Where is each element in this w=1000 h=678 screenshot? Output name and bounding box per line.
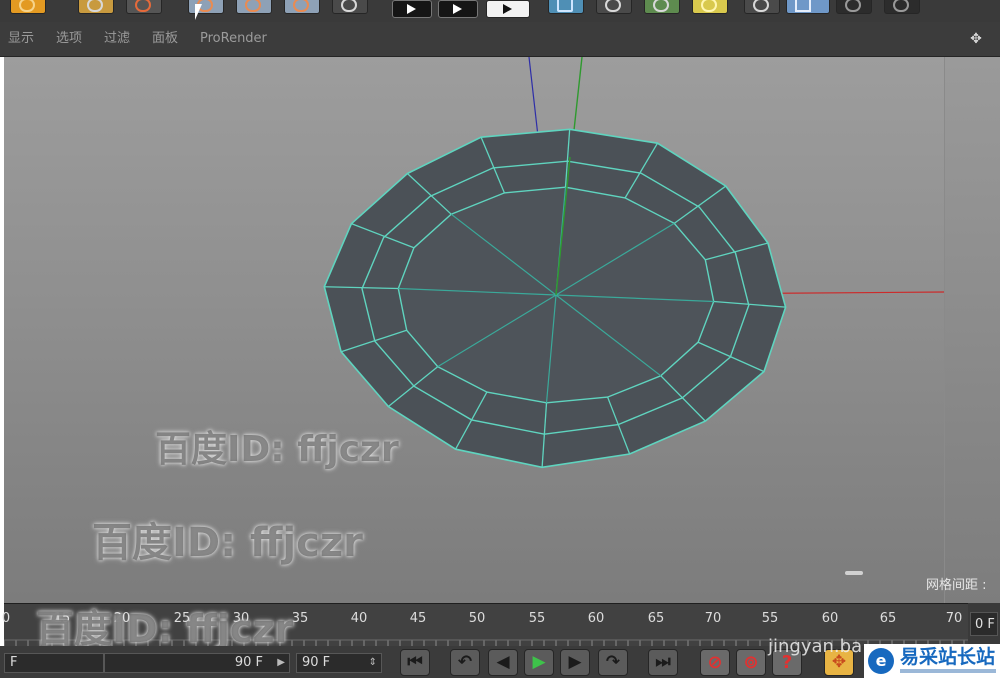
mouse-cursor-icon: [195, 4, 202, 20]
render-settings-icon: [503, 4, 512, 14]
timeline-tick-label: 60: [821, 611, 839, 626]
subdivision-icon: [653, 0, 669, 12]
array-icon: [701, 0, 717, 12]
cinema4d-window: 显示 选项 过滤 面板 ProRender ✥ 网格间距 : 百度ID: ffj…: [0, 0, 1000, 678]
toolbar-button-array[interactable]: [692, 0, 728, 14]
autokey-button[interactable]: ⊚: [736, 649, 766, 676]
toolbar-button-spline-pen[interactable]: [596, 0, 632, 14]
toolbar-button-deformer[interactable]: [744, 0, 780, 14]
timeline-tick-label: 40: [350, 611, 368, 626]
prev-key-button[interactable]: ↶: [450, 649, 480, 676]
record-keys-button[interactable]: ⊘: [700, 649, 730, 676]
watermark-text: 百度ID: ffjczr: [92, 520, 363, 566]
toolbar-button-undo[interactable]: [78, 0, 114, 14]
site-tagline-bar: [900, 669, 996, 673]
toolbar-button-coordinate-system[interactable]: [332, 0, 368, 14]
menu-filter[interactable]: 过滤: [104, 31, 130, 47]
toolbar-button-render-picture-viewer[interactable]: [438, 0, 478, 18]
timeline-tick-label: 50: [468, 611, 486, 626]
toolbar-button-live-select[interactable]: [126, 0, 162, 14]
coordinate-icon: [341, 0, 357, 12]
toolbar-button-floor[interactable]: [786, 0, 830, 14]
rotate-y-icon: [245, 0, 261, 12]
spline-pen-icon: [605, 0, 621, 12]
start-frame-field[interactable]: F: [4, 653, 104, 673]
toolbar-button-render-settings[interactable]: [486, 0, 530, 18]
toolbar-button-rotate-z[interactable]: [284, 0, 320, 14]
viewport-right-edge: [944, 57, 1000, 603]
site-logo-icon: e: [868, 648, 894, 674]
menu-prorender[interactable]: ProRender: [200, 31, 267, 47]
toolbar-button-subdivision[interactable]: [644, 0, 680, 14]
play-arrow-icon: ▶: [277, 657, 285, 668]
timeline-tick-label: 65: [879, 611, 897, 626]
play-button[interactable]: ▶: [524, 649, 554, 676]
toolbar-button-light[interactable]: [884, 0, 920, 14]
site-badge: e 易采站长站: [864, 644, 1000, 678]
toolbar-button-render-view[interactable]: [392, 0, 432, 18]
watermark-text: 百度ID: ffjczr: [155, 429, 399, 470]
toolbar-button-cube[interactable]: [548, 0, 584, 14]
site-name: 易采站长站: [900, 646, 996, 668]
render-view-icon: [407, 4, 416, 14]
watermark-text: jingyan.ba: [768, 636, 863, 657]
timeline-tick-label: 60: [587, 611, 605, 626]
move-view-icon[interactable]: ✥: [966, 31, 986, 47]
render-picture-icon: [453, 4, 462, 14]
preview-end-field[interactable]: 90 F ▶: [104, 653, 290, 673]
preview-end-value: 90 F: [234, 655, 263, 670]
menu-display[interactable]: 显示: [8, 31, 34, 47]
viewport-hud-marker: [845, 571, 863, 575]
prev-frame-button[interactable]: ◀: [488, 649, 518, 676]
end-frame-value: 90 F: [302, 655, 331, 670]
undo-icon: [87, 0, 103, 12]
current-frame-field[interactable]: 0 F: [970, 612, 998, 636]
toolbar-button-object[interactable]: [10, 0, 46, 14]
menu-options[interactable]: 选项: [56, 31, 82, 47]
rotate-z-icon: [293, 0, 309, 12]
spinner-icon: ⇕: [368, 657, 377, 668]
disc-mesh[interactable]: [323, 128, 787, 469]
object-icon: [19, 0, 35, 12]
main-toolbar: [0, 0, 1000, 23]
menu-panel[interactable]: 面板: [152, 31, 178, 47]
timeline-tick-label: 0: [1, 611, 11, 626]
timeline-tick-label: 65: [647, 611, 665, 626]
go-to-start-button[interactable]: ⏮: [400, 649, 430, 676]
toolbar-button-rotate-x[interactable]: [188, 0, 224, 14]
end-frame-field[interactable]: 90 F ⇕: [296, 653, 382, 673]
next-frame-button[interactable]: ▶: [560, 649, 590, 676]
timeline-tick-label: 55: [761, 611, 779, 626]
viewport-menubar: 显示 选项 过滤 面板 ProRender ✥: [0, 22, 1000, 57]
light-icon: [893, 0, 909, 12]
toolbar-button-rotate-y[interactable]: [236, 0, 272, 14]
timeline-tick-label: 55: [528, 611, 546, 626]
camera-icon: [845, 0, 861, 12]
watermark-text: 百度ID: ffjczr: [36, 607, 294, 651]
toolbar-button-camera[interactable]: [836, 0, 872, 14]
cube-icon: [557, 0, 573, 12]
floor-icon: [795, 0, 811, 12]
deformer-icon: [753, 0, 769, 12]
timeline-tick-label: 45: [409, 611, 427, 626]
go-to-end-button[interactable]: ⏭: [648, 649, 678, 676]
timeline-tick-label: 70: [945, 611, 963, 626]
live-select-icon: [135, 0, 151, 12]
timeline-tick-label: 70: [704, 611, 722, 626]
grid-spacing-label: 网格间距 :: [926, 578, 987, 593]
next-key-button[interactable]: ↷: [598, 649, 628, 676]
timeline-tick-label: 35: [291, 611, 309, 626]
